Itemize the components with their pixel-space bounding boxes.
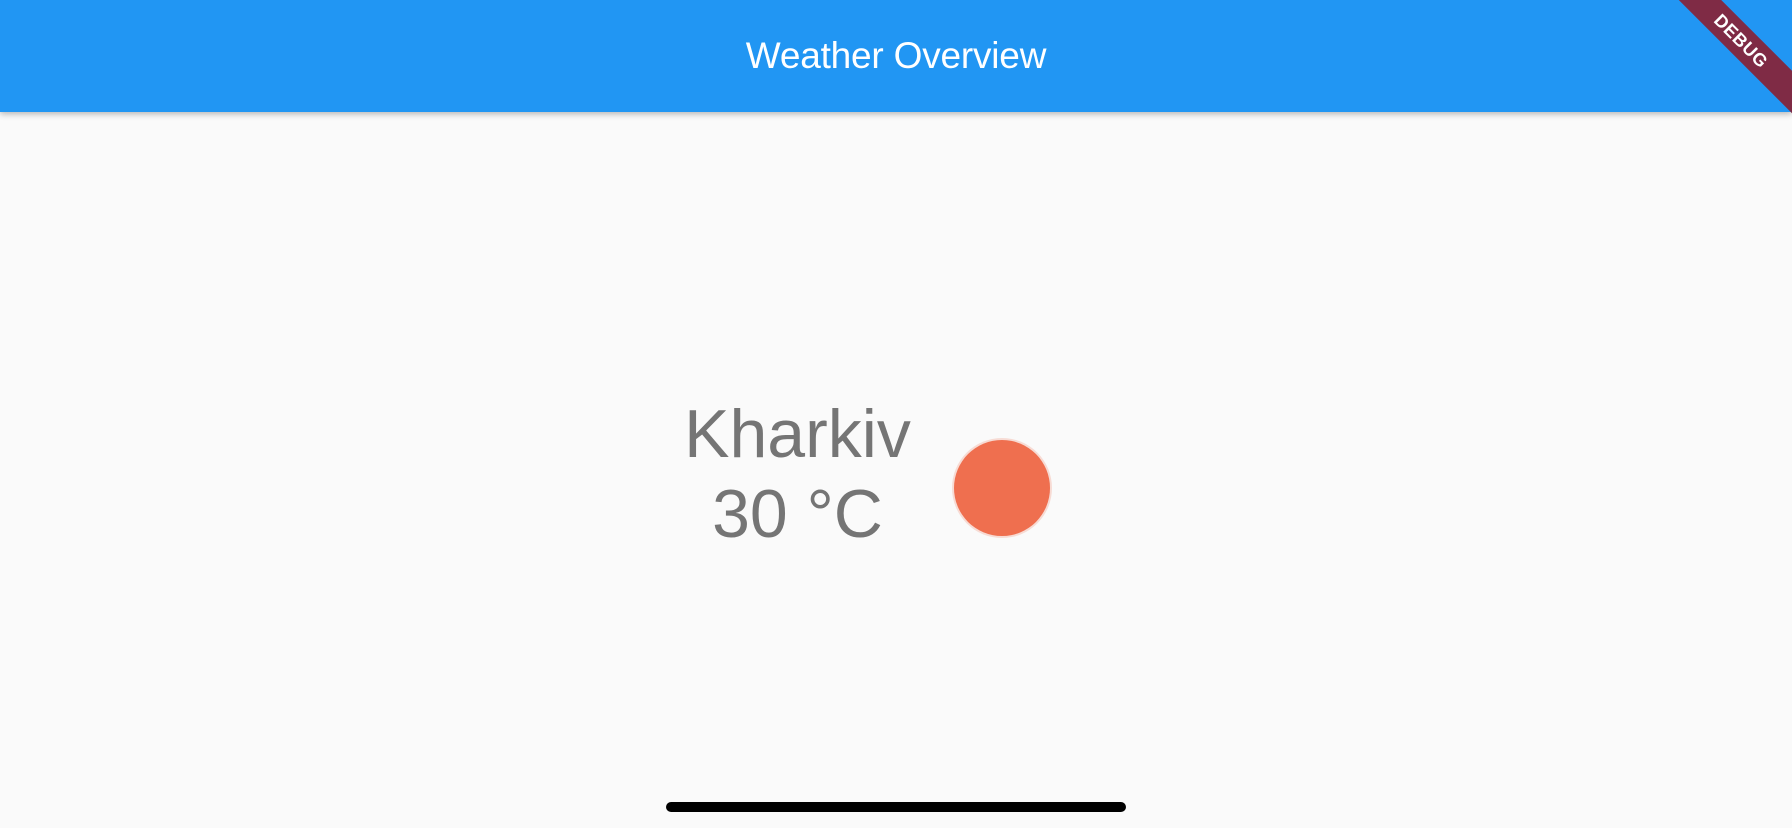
page-title: Weather Overview (745, 35, 1047, 76)
debug-label: DEBUG (1663, 0, 1792, 119)
city-temperature-block: Kharkiv 30 °C (680, 394, 915, 554)
weather-app: Weather Overview DEBUG Kharkiv 30 °C (0, 0, 1792, 828)
app-bar: Weather Overview (0, 0, 1792, 112)
main-content: Kharkiv 30 °C (0, 112, 1792, 828)
home-indicator[interactable] (666, 802, 1126, 812)
sun-icon (954, 440, 1050, 536)
city-name: Kharkiv (684, 396, 911, 472)
weather-summary: Kharkiv 30 °C (680, 394, 1080, 554)
debug-banner: DEBUG (1662, 0, 1792, 130)
temperature-value: 30 °C (712, 476, 883, 552)
